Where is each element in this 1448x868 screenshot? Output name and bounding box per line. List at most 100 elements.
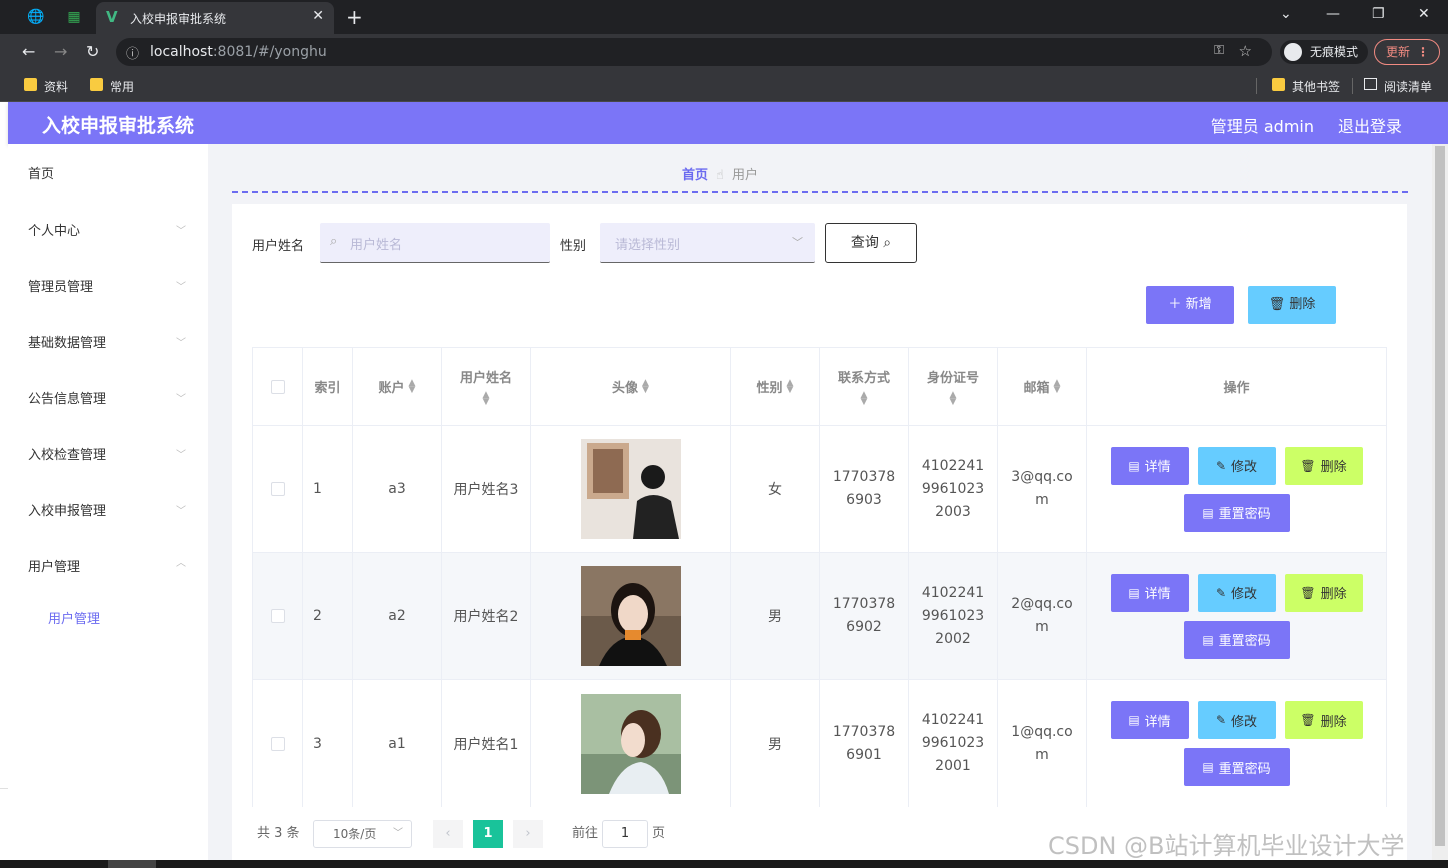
- close-tab-icon[interactable]: ✕: [312, 8, 324, 24]
- cell-email: 2@qq.com: [998, 553, 1087, 679]
- cell-ops: ▤ 详情 ✎ 修改 🗑 删除 ▤ 重置密码: [1087, 553, 1386, 679]
- scrollbar-thumb[interactable]: [1435, 146, 1445, 846]
- row-checkbox[interactable]: [270, 609, 285, 623]
- sort-icon[interactable]: ▲ ▼: [483, 391, 490, 407]
- header-email[interactable]: 邮箱 ▲ ▼: [998, 348, 1087, 425]
- breadcrumb-home[interactable]: 首页: [682, 168, 708, 183]
- header-avatar[interactable]: 头像 ▲ ▼: [531, 348, 731, 425]
- reset-password-button[interactable]: ▤ 重置密码: [1183, 493, 1290, 532]
- avatar[interactable]: [580, 693, 681, 794]
- reload-icon[interactable]: ↻: [86, 42, 99, 61]
- gender-placeholder: 请选择性别: [615, 238, 681, 253]
- cell-account: a3: [353, 426, 442, 552]
- info-icon[interactable]: ⓘ: [126, 43, 139, 62]
- header-phone[interactable]: 联系方式 ▲ ▼: [820, 348, 909, 425]
- header-index: 索引: [303, 348, 353, 425]
- other-bookmarks[interactable]: 其他书签: [1272, 78, 1340, 95]
- sidebar-item-check[interactable]: 入校检查管理: [28, 444, 106, 463]
- forward-icon[interactable]: →: [54, 42, 67, 61]
- row-checkbox[interactable]: [270, 736, 285, 751]
- sort-icon[interactable]: ▲ ▼: [787, 378, 794, 394]
- new-tab-icon[interactable]: +: [346, 5, 363, 29]
- header-account[interactable]: 账户 ▲ ▼: [353, 348, 442, 425]
- back-icon[interactable]: ←: [22, 42, 35, 61]
- row-checkbox[interactable]: [270, 482, 285, 496]
- sidebar-item-basedata[interactable]: 基础数据管理: [28, 332, 106, 351]
- bookmark-folder[interactable]: 资料: [24, 78, 68, 95]
- bookmark-label: 常用: [110, 80, 135, 94]
- detail-label: 详情: [1144, 460, 1171, 475]
- cell-email: 1@qq.com: [998, 680, 1087, 807]
- star-icon[interactable]: ☆: [1239, 42, 1252, 60]
- header-name[interactable]: 用户姓名 ▲ ▼: [442, 348, 531, 425]
- sidebar-item-notice[interactable]: 公告信息管理: [28, 388, 106, 407]
- update-button[interactable]: 更新 ⋮: [1374, 39, 1440, 65]
- gender-select[interactable]: 请选择性别 ﹀: [600, 223, 815, 263]
- sort-icon[interactable]: ▲ ▼: [1054, 378, 1061, 394]
- delete-button[interactable]: 🗑 删除: [1284, 701, 1363, 739]
- reading-list[interactable]: 阅读清单: [1364, 78, 1432, 95]
- folder-icon: [1272, 78, 1285, 91]
- sidebar-item-admin[interactable]: 管理员管理: [28, 276, 93, 295]
- active-tab[interactable]: V 入校申报审批系统 ✕: [96, 2, 334, 34]
- query-button[interactable]: 查询 ⌕: [825, 223, 917, 263]
- tab-list-chevron-icon[interactable]: ⌄: [1280, 6, 1292, 22]
- current-user: 管理员 admin: [1210, 117, 1314, 136]
- page-number-current[interactable]: 1: [473, 820, 503, 848]
- reset-password-button[interactable]: ▤ 重置密码: [1183, 620, 1290, 659]
- sidebar-item-declare[interactable]: 入校申报管理: [28, 500, 106, 519]
- next-page-button[interactable]: ›: [513, 820, 543, 848]
- edit-button[interactable]: ✎ 修改: [1197, 573, 1276, 612]
- taskbar-item[interactable]: [108, 860, 156, 868]
- cell-ops: ▤ 详情 ✎ 修改 🗑 删除 ▤ 重置密码: [1087, 426, 1386, 552]
- detail-button[interactable]: ▤ 详情: [1110, 701, 1189, 739]
- goto-label: 前往: [572, 826, 599, 841]
- sort-icon[interactable]: ▲ ▼: [950, 391, 957, 407]
- cell-index: 1: [303, 426, 353, 552]
- edit-button[interactable]: ✎ 修改: [1197, 701, 1276, 739]
- logout-link[interactable]: 退出登录: [1338, 113, 1402, 137]
- minimize-icon[interactable]: —: [1326, 6, 1340, 22]
- table-header-row: 索引 账户 ▲ ▼ 用户姓名 ▲ ▼ 头像 ▲ ▼ 性别 ▲ ▼ 联系方式 ▲ ▼ 身份证号 ▲ ▼ 邮…: [253, 348, 1386, 426]
- detail-button[interactable]: ▤ 详情: [1110, 446, 1189, 485]
- hand-icon: ☝: [716, 168, 724, 183]
- reset-password-button[interactable]: ▤ 重置密码: [1183, 748, 1290, 786]
- sort-icon[interactable]: ▲ ▼: [409, 378, 416, 394]
- restore-icon[interactable]: ❐: [1372, 6, 1385, 22]
- url-field[interactable]: ⓘ localhost:8081/#/yonghu ⚿ ☆: [116, 38, 1272, 66]
- delete-button[interactable]: 🗑 删除: [1284, 446, 1363, 485]
- sidebar-item-users[interactable]: 用户管理: [28, 556, 80, 575]
- detail-button[interactable]: ▤ 详情: [1110, 573, 1189, 612]
- sidebar-subitem-users[interactable]: 用户管理: [48, 608, 100, 627]
- incognito-icon: [1284, 43, 1302, 61]
- globe-icon[interactable]: 🌐: [26, 7, 46, 27]
- sheets-icon[interactable]: ▦: [64, 7, 84, 27]
- name-search-input[interactable]: ⌕ 用户姓名: [320, 223, 550, 263]
- add-button[interactable]: ＋ 新增: [1146, 286, 1234, 324]
- chevron-down-icon: ﹀: [176, 506, 186, 517]
- header-idcard[interactable]: 身份证号 ▲ ▼: [909, 348, 998, 425]
- close-window-icon[interactable]: ✕: [1418, 6, 1430, 22]
- batch-delete-button[interactable]: 🗑 删除: [1248, 286, 1336, 324]
- avatar[interactable]: [580, 566, 681, 666]
- sort-icon[interactable]: ▲ ▼: [642, 378, 649, 394]
- page-size-select[interactable]: 10条/页 ﹀: [313, 820, 412, 848]
- sidebar-item-home[interactable]: 首页: [28, 163, 54, 182]
- address-toolbar: ← → ↻ ⓘ localhost:8081/#/yonghu ⚿ ☆ 无痕模式…: [0, 34, 1448, 70]
- header-gender[interactable]: 性别 ▲ ▼: [731, 348, 820, 425]
- avatar[interactable]: [580, 439, 681, 539]
- bookmark-folder[interactable]: 常用: [90, 78, 134, 95]
- sidebar-item-profile[interactable]: 个人中心: [28, 220, 80, 239]
- trash-icon: 🗑: [1268, 297, 1286, 312]
- goto-page-input[interactable]: 1: [602, 820, 648, 848]
- edit-button[interactable]: ✎ 修改: [1197, 446, 1276, 485]
- prev-page-button[interactable]: ‹: [433, 820, 463, 848]
- key-icon[interactable]: ⚿: [1214, 43, 1224, 58]
- edit-label: 修改: [1231, 460, 1258, 475]
- delete-button[interactable]: 🗑 删除: [1284, 573, 1363, 612]
- sort-icon[interactable]: ▲ ▼: [861, 391, 868, 407]
- cell-index: 3: [303, 680, 353, 807]
- table-row: 3 a1 用户姓名1 男 17703786901 410224199610232…: [253, 680, 1386, 807]
- incognito-badge[interactable]: 无痕模式: [1280, 40, 1368, 64]
- select-all-checkbox[interactable]: [270, 379, 285, 394]
